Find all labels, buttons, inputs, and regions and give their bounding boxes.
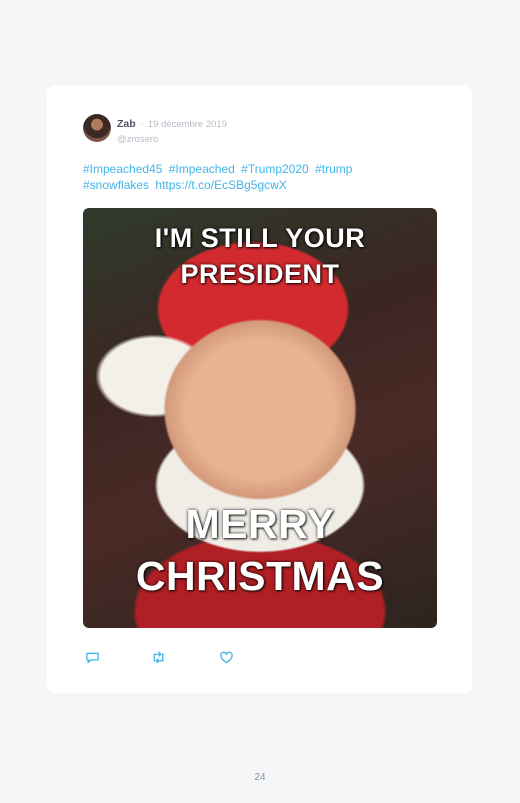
meme-top-line: I'M STILL YOUR [154, 223, 366, 253]
tweet-card: Zab · 19 décembre 2019 @zrosero #Impeach… [47, 86, 472, 693]
author-name[interactable]: Zab [117, 118, 136, 130]
author-meta: Zab · 19 décembre 2019 @zrosero [117, 114, 227, 145]
tweet-date[interactable]: 19 décembre 2019 [148, 119, 227, 130]
hashtag-link[interactable]: #Impeached45 [83, 162, 162, 176]
reply-button[interactable] [83, 648, 101, 666]
reply-icon [85, 652, 99, 663]
hashtag-link[interactable]: #Trump2020 [241, 162, 309, 176]
meme-top-text: I'M STILL YOUR PRESIDENT [83, 220, 437, 292]
tweet-text: #Impeached45 #Impeached #Trump2020 #trum… [83, 161, 433, 193]
url-link[interactable]: https://t.co/EcSBg5gcwX [155, 178, 286, 192]
retweet-button[interactable] [149, 648, 167, 666]
retweet-icon [153, 651, 163, 663]
like-button[interactable] [217, 648, 235, 666]
page-number: 24 [254, 772, 266, 783]
hashtag-link[interactable]: #trump [315, 162, 352, 176]
meme-bottom-line: MERRY [185, 501, 335, 547]
heart-icon [219, 651, 233, 663]
meme-top-line: PRESIDENT [180, 259, 340, 289]
date-separator: · [140, 119, 144, 130]
author-handle[interactable]: @zrosero [117, 134, 227, 145]
hashtag-link[interactable]: #snowflakes [83, 178, 149, 192]
tweet-image[interactable]: I'M STILL YOUR PRESIDENT MERRY CHRISTMAS [83, 208, 437, 628]
avatar[interactable] [83, 114, 111, 142]
meme-bottom-line: CHRISTMAS [135, 553, 385, 599]
meme-bottom-text: MERRY CHRISTMAS [83, 498, 437, 602]
hashtag-link[interactable]: #Impeached [169, 162, 235, 176]
